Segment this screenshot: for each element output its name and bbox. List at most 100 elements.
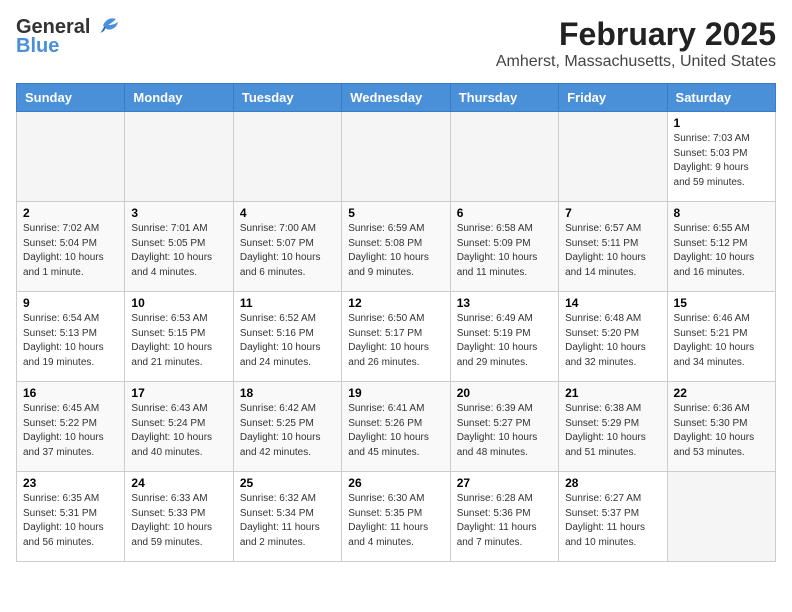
- day-number: 9: [23, 296, 118, 310]
- day-info: Sunrise: 6:52 AMSunset: 5:16 PMDaylight:…: [240, 312, 335, 370]
- day-number: 16: [23, 386, 118, 400]
- calendar-cell: 16 Sunrise: 6:45 AMSunset: 5:22 PMDayligh…: [17, 382, 125, 472]
- day-info: Sunrise: 6:59 AMSunset: 5:08 PMDaylight:…: [348, 222, 443, 280]
- calendar-cell: 19 Sunrise: 6:41 AMSunset: 5:26 PMDayligh…: [342, 382, 450, 472]
- day-number: 13: [457, 296, 552, 310]
- day-info: Sunrise: 7:00 AMSunset: 5:07 PMDaylight:…: [240, 222, 335, 280]
- day-number: 8: [674, 206, 769, 220]
- calendar-cell: [667, 472, 775, 562]
- day-number: 15: [674, 296, 769, 310]
- day-number: 3: [131, 206, 226, 220]
- day-info: Sunrise: 7:02 AMSunset: 5:04 PMDaylight:…: [23, 222, 118, 280]
- day-info: Sunrise: 6:53 AMSunset: 5:15 PMDaylight:…: [131, 312, 226, 370]
- page-title: February 2025: [496, 16, 776, 53]
- day-number: 28: [565, 476, 660, 490]
- day-number: 5: [348, 206, 443, 220]
- calendar-cell: 25 Sunrise: 6:32 AMSunset: 5:34 PMDayligh…: [233, 472, 341, 562]
- day-info: Sunrise: 6:32 AMSunset: 5:34 PMDaylight:…: [240, 492, 335, 550]
- day-number: 27: [457, 476, 552, 490]
- column-header-saturday: Saturday: [667, 84, 775, 112]
- day-number: 14: [565, 296, 660, 310]
- page-header: General Blue February 2025 Amherst, Mass…: [16, 16, 776, 71]
- column-header-wednesday: Wednesday: [342, 84, 450, 112]
- calendar-cell: 9 Sunrise: 6:54 AMSunset: 5:13 PMDaylight…: [17, 292, 125, 382]
- day-info: Sunrise: 6:35 AMSunset: 5:31 PMDaylight:…: [23, 492, 118, 550]
- calendar-cell: 3 Sunrise: 7:01 AMSunset: 5:05 PMDaylight…: [125, 202, 233, 292]
- day-info: Sunrise: 6:33 AMSunset: 5:33 PMDaylight:…: [131, 492, 226, 550]
- calendar-week-row: 9 Sunrise: 6:54 AMSunset: 5:13 PMDaylight…: [17, 292, 776, 382]
- calendar-cell: [450, 112, 558, 202]
- day-info: Sunrise: 6:36 AMSunset: 5:30 PMDaylight:…: [674, 402, 769, 460]
- calendar-cell: 11 Sunrise: 6:52 AMSunset: 5:16 PMDayligh…: [233, 292, 341, 382]
- calendar-cell: 1 Sunrise: 7:03 AMSunset: 5:03 PMDaylight…: [667, 112, 775, 202]
- day-number: 1: [674, 116, 769, 130]
- calendar-cell: 26Sunrise: 6:30 AMSunset: 5:35 PMDayligh…: [342, 472, 450, 562]
- calendar-cell: 24 Sunrise: 6:33 AMSunset: 5:33 PMDayligh…: [125, 472, 233, 562]
- day-info: Sunrise: 6:54 AMSunset: 5:13 PMDaylight:…: [23, 312, 118, 370]
- logo: General Blue: [16, 16, 120, 58]
- day-info: Sunrise: 6:45 AMSunset: 5:22 PMDaylight:…: [23, 402, 118, 460]
- calendar-week-row: 23Sunrise: 6:35 AMSunset: 5:31 PMDayligh…: [17, 472, 776, 562]
- calendar-cell: 28 Sunrise: 6:27 AMSunset: 5:37 PMDayligh…: [559, 472, 667, 562]
- calendar-cell: [125, 112, 233, 202]
- day-number: 19: [348, 386, 443, 400]
- day-number: 12: [348, 296, 443, 310]
- day-number: 7: [565, 206, 660, 220]
- calendar-week-row: 1 Sunrise: 7:03 AMSunset: 5:03 PMDaylight…: [17, 112, 776, 202]
- calendar-cell: 4 Sunrise: 7:00 AMSunset: 5:07 PMDaylight…: [233, 202, 341, 292]
- day-info: Sunrise: 6:28 AMSunset: 5:36 PMDaylight:…: [457, 492, 552, 550]
- calendar-cell: 5 Sunrise: 6:59 AMSunset: 5:08 PMDaylight…: [342, 202, 450, 292]
- calendar-cell: [559, 112, 667, 202]
- calendar-cell: 2 Sunrise: 7:02 AMSunset: 5:04 PMDaylight…: [17, 202, 125, 292]
- calendar-header-row: SundayMondayTuesdayWednesdayThursdayFrid…: [17, 84, 776, 112]
- calendar-cell: [17, 112, 125, 202]
- calendar-week-row: 2 Sunrise: 7:02 AMSunset: 5:04 PMDaylight…: [17, 202, 776, 292]
- day-info: Sunrise: 7:01 AMSunset: 5:05 PMDaylight:…: [131, 222, 226, 280]
- day-number: 22: [674, 386, 769, 400]
- calendar-cell: 6 Sunrise: 6:58 AMSunset: 5:09 PMDaylight…: [450, 202, 558, 292]
- day-info: Sunrise: 6:27 AMSunset: 5:37 PMDaylight:…: [565, 492, 660, 550]
- calendar-cell: 15Sunrise: 6:46 AMSunset: 5:21 PMDayligh…: [667, 292, 775, 382]
- day-info: Sunrise: 6:58 AMSunset: 5:09 PMDaylight:…: [457, 222, 552, 280]
- logo-bird-icon: [92, 17, 120, 39]
- column-header-monday: Monday: [125, 84, 233, 112]
- calendar-cell: 13 Sunrise: 6:49 AMSunset: 5:19 PMDayligh…: [450, 292, 558, 382]
- day-info: Sunrise: 6:48 AMSunset: 5:20 PMDaylight:…: [565, 312, 660, 370]
- calendar-cell: [233, 112, 341, 202]
- calendar-cell: 21 Sunrise: 6:38 AMSunset: 5:29 PMDayligh…: [559, 382, 667, 472]
- day-info: Sunrise: 6:39 AMSunset: 5:27 PMDaylight:…: [457, 402, 552, 460]
- day-info: Sunrise: 6:57 AMSunset: 5:11 PMDaylight:…: [565, 222, 660, 280]
- calendar-cell: 18Sunrise: 6:42 AMSunset: 5:25 PMDayligh…: [233, 382, 341, 472]
- calendar-cell: 12 Sunrise: 6:50 AMSunset: 5:17 PMDayligh…: [342, 292, 450, 382]
- day-info: Sunrise: 6:38 AMSunset: 5:29 PMDaylight:…: [565, 402, 660, 460]
- calendar-table: SundayMondayTuesdayWednesdayThursdayFrid…: [16, 83, 776, 562]
- column-header-tuesday: Tuesday: [233, 84, 341, 112]
- day-number: 2: [23, 206, 118, 220]
- column-header-sunday: Sunday: [17, 84, 125, 112]
- day-info: Sunrise: 6:30 AMSunset: 5:35 PMDaylight:…: [348, 492, 443, 550]
- day-number: 11: [240, 296, 335, 310]
- calendar-cell: 22 Sunrise: 6:36 AMSunset: 5:30 PMDayligh…: [667, 382, 775, 472]
- calendar-cell: [342, 112, 450, 202]
- day-info: Sunrise: 6:49 AMSunset: 5:19 PMDaylight:…: [457, 312, 552, 370]
- column-header-thursday: Thursday: [450, 84, 558, 112]
- calendar-cell: 14 Sunrise: 6:48 AMSunset: 5:20 PMDayligh…: [559, 292, 667, 382]
- day-number: 25: [240, 476, 335, 490]
- calendar-cell: 27 Sunrise: 6:28 AMSunset: 5:36 PMDayligh…: [450, 472, 558, 562]
- day-info: Sunrise: 6:55 AMSunset: 5:12 PMDaylight:…: [674, 222, 769, 280]
- logo-blue: Blue: [16, 35, 59, 58]
- calendar-cell: 7 Sunrise: 6:57 AMSunset: 5:11 PMDaylight…: [559, 202, 667, 292]
- day-number: 18: [240, 386, 335, 400]
- day-number: 4: [240, 206, 335, 220]
- column-header-friday: Friday: [559, 84, 667, 112]
- day-info: Sunrise: 6:50 AMSunset: 5:17 PMDaylight:…: [348, 312, 443, 370]
- calendar-cell: 23Sunrise: 6:35 AMSunset: 5:31 PMDayligh…: [17, 472, 125, 562]
- day-info: Sunrise: 6:41 AMSunset: 5:26 PMDaylight:…: [348, 402, 443, 460]
- day-number: 21: [565, 386, 660, 400]
- calendar-cell: 17Sunrise: 6:43 AMSunset: 5:24 PMDayligh…: [125, 382, 233, 472]
- day-number: 6: [457, 206, 552, 220]
- calendar-week-row: 16 Sunrise: 6:45 AMSunset: 5:22 PMDayligh…: [17, 382, 776, 472]
- day-number: 24: [131, 476, 226, 490]
- day-info: Sunrise: 7:03 AMSunset: 5:03 PMDaylight:…: [674, 132, 769, 190]
- day-number: 10: [131, 296, 226, 310]
